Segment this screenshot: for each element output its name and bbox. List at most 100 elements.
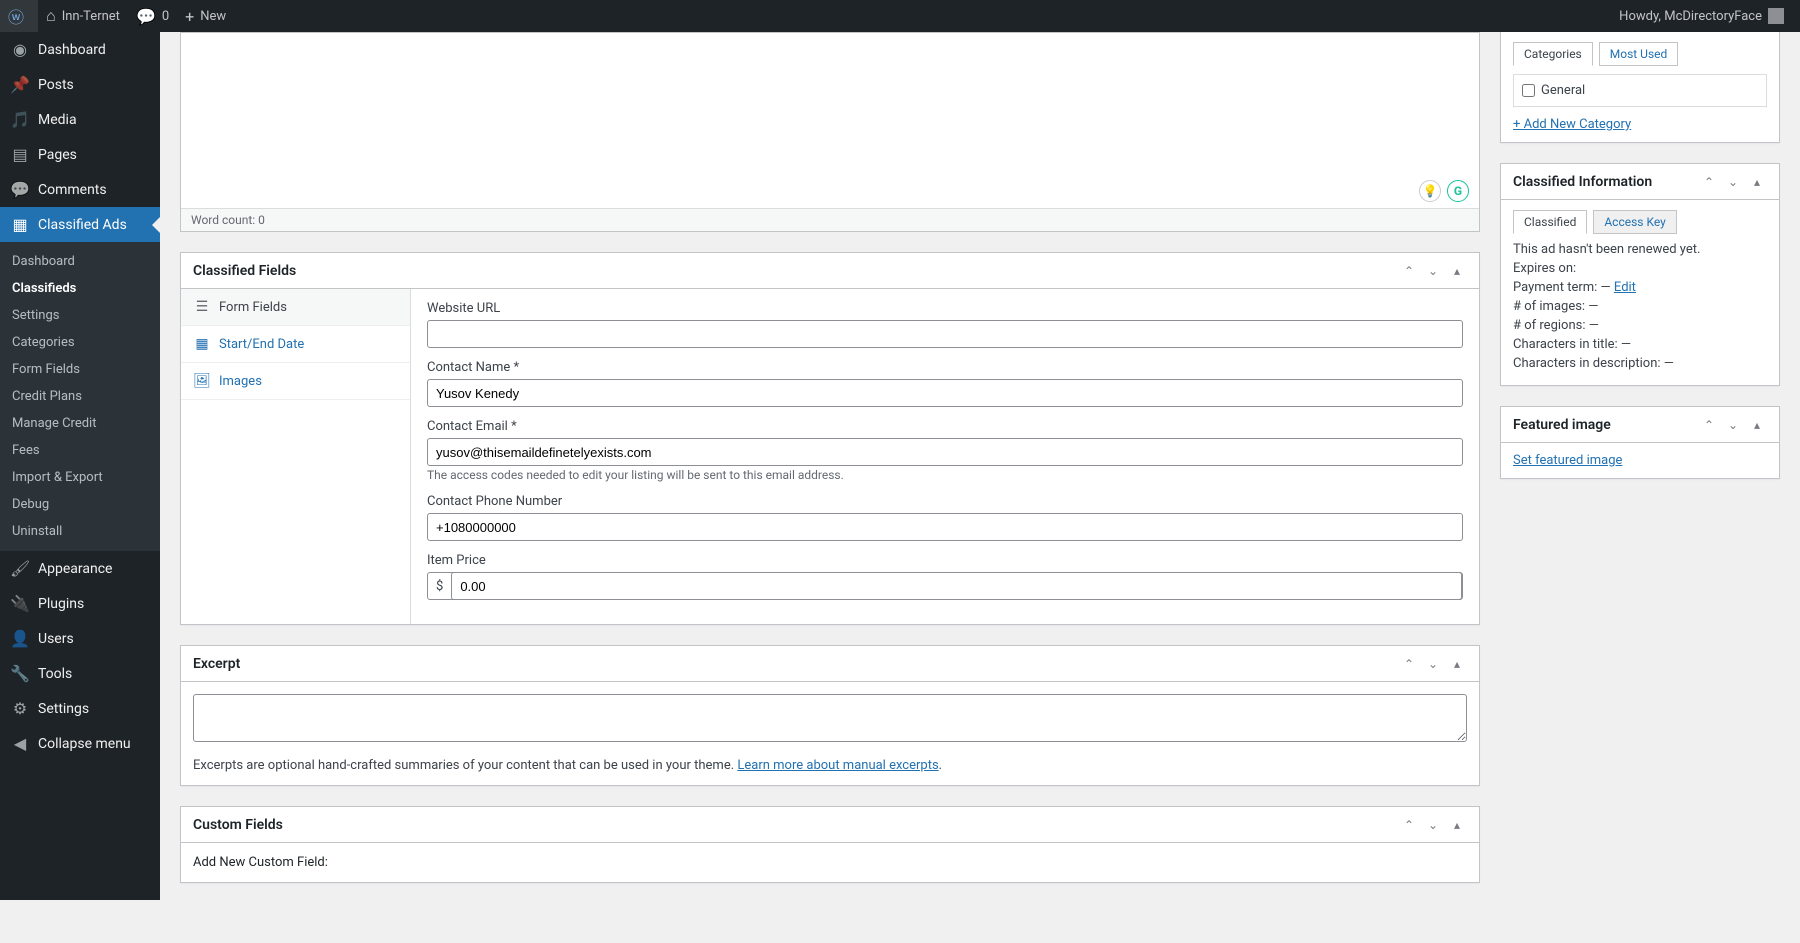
contact-phone-label: Contact Phone Number [427,494,1463,509]
submenu-fees[interactable]: Fees [0,437,160,464]
pin-icon: 📌 [10,75,30,94]
classified-fields-box: Classified Fields ⌃ ⌄ ▴ ☰Form Fields ▦St… [180,252,1480,625]
custom-fields-title: Custom Fields [193,817,283,833]
menu-comments[interactable]: 💬Comments [0,172,160,207]
comments-count: 0 [162,9,169,24]
menu-appearance[interactable]: 🖌Appearance [0,551,160,586]
add-new-category-link[interactable]: + Add New Category [1513,117,1631,132]
learn-more-link[interactable]: Learn more about manual excerpts [737,758,938,773]
category-general-checkbox[interactable] [1522,84,1535,97]
toggle-panel-icon[interactable]: ▴ [1747,415,1767,435]
info-images: # of images: — [1513,299,1767,314]
excerpt-description: Excerpts are optional hand-crafted summa… [181,758,1479,785]
menu-dashboard[interactable]: ◉Dashboard [0,32,160,67]
toggle-panel-icon[interactable]: ▴ [1447,261,1467,281]
menu-plugins[interactable]: 🔌Plugins [0,586,160,621]
tab-access-key[interactable]: Access Key [1593,210,1676,234]
wrench-icon: 🔧 [10,664,30,683]
payment-term-edit-link[interactable]: Edit [1614,280,1636,295]
categories-box: Categories Most Used General + Add New C… [1500,32,1780,143]
move-up-icon[interactable]: ⌃ [1399,654,1419,674]
submenu-import-export[interactable]: Import & Export [0,464,160,491]
excerpt-title: Excerpt [193,656,240,672]
menu-posts[interactable]: 📌Posts [0,67,160,102]
submenu-uninstall[interactable]: Uninstall [0,518,160,545]
contact-email-help: The access codes needed to edit your lis… [427,468,1463,482]
comments-icon: 💬 [10,180,30,199]
menu-media[interactable]: 🎵Media [0,102,160,137]
contact-name-label: Contact Name * [427,360,1463,375]
tab-images[interactable]: 🖼Images [181,363,410,400]
form-icon: ☰ [193,299,211,315]
collapse-icon: ◀ [10,734,30,753]
toggle-panel-icon[interactable]: ▴ [1447,815,1467,835]
move-down-icon[interactable]: ⌄ [1423,654,1443,674]
content-editor[interactable]: 💡 G [181,33,1479,208]
comments-link[interactable]: 💬0 [128,0,177,32]
info-payment-term: Payment term: — Edit [1513,280,1767,295]
grammarly-hint-icon[interactable]: 💡 [1419,180,1441,202]
classified-information-box: Classified Information ⌃ ⌄ ▴ Classified … [1500,163,1780,386]
item-price-field[interactable] [451,572,1462,600]
info-regions: # of regions: — [1513,318,1767,333]
classified-fields-tabs: ☰Form Fields ▦Start/End Date 🖼Images [181,289,411,624]
excerpt-textarea[interactable] [193,694,1467,742]
move-up-icon[interactable]: ⌃ [1399,261,1419,281]
menu-classified-ads[interactable]: ▦Classified Ads [0,207,160,242]
word-count-status: Word count: 0 [181,208,1479,231]
wp-logo[interactable]: ⓦ [0,0,38,32]
new-label: New [200,9,226,24]
move-up-icon[interactable]: ⌃ [1699,172,1719,192]
menu-settings[interactable]: ⚙Settings [0,691,160,726]
menu-collapse[interactable]: ◀Collapse menu [0,726,160,761]
menu-pages[interactable]: ▤Pages [0,137,160,172]
info-expires: Expires on: [1513,261,1767,276]
toggle-panel-icon[interactable]: ▴ [1447,654,1467,674]
site-name-text: Inn-Ternet [62,9,120,24]
featured-image-title: Featured image [1513,417,1611,433]
menu-users[interactable]: 👤Users [0,621,160,656]
submenu-form-fields[interactable]: Form Fields [0,356,160,383]
move-down-icon[interactable]: ⌄ [1723,172,1743,192]
submenu-dashboard[interactable]: Dashboard [0,248,160,275]
submenu-settings[interactable]: Settings [0,302,160,329]
my-account-link[interactable]: Howdy, McDirectoryFace [1611,0,1792,32]
tab-classified[interactable]: Classified [1513,210,1587,234]
media-icon: 🎵 [10,110,30,129]
item-price-wrap: $ [427,572,1463,600]
category-general-label: General [1541,83,1585,98]
toggle-panel-icon[interactable]: ▴ [1747,172,1767,192]
contact-email-label: Contact Email * [427,419,1463,434]
move-up-icon[interactable]: ⌃ [1699,415,1719,435]
set-featured-image-link[interactable]: Set featured image [1513,453,1622,468]
contact-phone-field[interactable] [427,513,1463,541]
tab-categories-all[interactable]: Categories [1513,42,1593,66]
menu-tools[interactable]: 🔧Tools [0,656,160,691]
submenu-debug[interactable]: Debug [0,491,160,518]
submenu-categories[interactable]: Categories [0,329,160,356]
admin-sidebar: ◉Dashboard 📌Posts 🎵Media ▤Pages 💬Comment… [0,32,160,900]
move-up-icon[interactable]: ⌃ [1399,815,1419,835]
site-name-link[interactable]: ⌂Inn-Ternet [38,0,128,32]
submenu-manage-credit[interactable]: Manage Credit [0,410,160,437]
item-price-label: Item Price [427,553,1463,568]
submenu-credit-plans[interactable]: Credit Plans [0,383,160,410]
tab-categories-most-used[interactable]: Most Used [1599,42,1679,66]
submenu-classifieds[interactable]: Classifieds [0,275,160,302]
move-down-icon[interactable]: ⌄ [1423,815,1443,835]
contact-email-field[interactable] [427,438,1463,466]
currency-symbol: $ [428,579,451,594]
classified-fields-title: Classified Fields [193,263,296,279]
grammarly-icon[interactable]: G [1447,180,1469,202]
tab-start-end-date[interactable]: ▦Start/End Date [181,326,410,363]
tab-form-fields[interactable]: ☰Form Fields [181,289,410,326]
move-down-icon[interactable]: ⌄ [1423,261,1443,281]
new-content-link[interactable]: +New [177,0,234,32]
calendar-icon: ▦ [193,336,211,352]
classified-icon: ▦ [10,215,30,234]
contact-name-field[interactable] [427,379,1463,407]
image-icon: 🖼 [193,373,211,389]
website-url-field[interactable] [427,320,1463,348]
wordpress-icon: ⓦ [8,4,24,28]
move-down-icon[interactable]: ⌄ [1723,415,1743,435]
